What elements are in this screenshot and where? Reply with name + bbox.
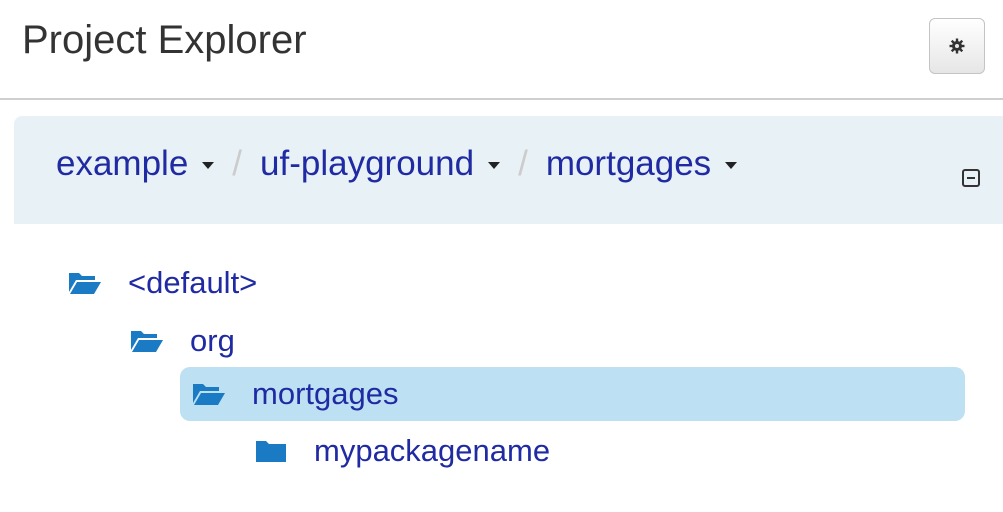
- breadcrumb-item-example[interactable]: example: [56, 144, 215, 184]
- settings-button[interactable]: [929, 18, 985, 74]
- breadcrumb: example / uf-playground / mortgages: [14, 116, 1003, 224]
- breadcrumb-item-label: mortgages: [545, 144, 712, 183]
- breadcrumb-item-uf-playground[interactable]: uf-playground: [260, 144, 501, 184]
- folder-open-icon: [131, 331, 163, 352]
- folder-open-icon: [193, 384, 225, 405]
- breadcrumb-item-mortgages[interactable]: mortgages: [545, 144, 738, 184]
- panel-header: Project Explorer: [0, 0, 1003, 100]
- caret-down-icon: [202, 161, 215, 169]
- folder-icon: [256, 441, 286, 462]
- tree-item-default[interactable]: <default>: [68, 256, 257, 310]
- tree-item-mortgages[interactable]: mortgages: [180, 367, 965, 421]
- tree-item-label: <default>: [128, 265, 258, 300]
- gear-icon: [949, 38, 965, 54]
- breadcrumb-item-label: uf-playground: [260, 144, 475, 183]
- tree-item-org[interactable]: org: [130, 314, 235, 368]
- caret-down-icon: [725, 161, 738, 169]
- folder-open-icon: [69, 273, 101, 294]
- breadcrumb-items: example / uf-playground / mortgages: [56, 144, 738, 184]
- collapse-icon[interactable]: [962, 169, 980, 187]
- tree-item-label: mypackagename: [314, 433, 551, 468]
- panel-title: Project Explorer: [22, 18, 307, 62]
- tree-item-label: mortgages: [252, 376, 399, 411]
- tree-item-label: org: [190, 323, 235, 358]
- breadcrumb-separator: /: [232, 144, 243, 183]
- breadcrumb-separator: /: [518, 144, 528, 183]
- breadcrumb-item-label: example: [56, 144, 189, 183]
- tree-item-mypackagename[interactable]: mypackagename: [254, 424, 550, 478]
- project-explorer-panel: Project Explorer example / uf-playground…: [0, 0, 1003, 512]
- caret-down-icon: [488, 161, 501, 169]
